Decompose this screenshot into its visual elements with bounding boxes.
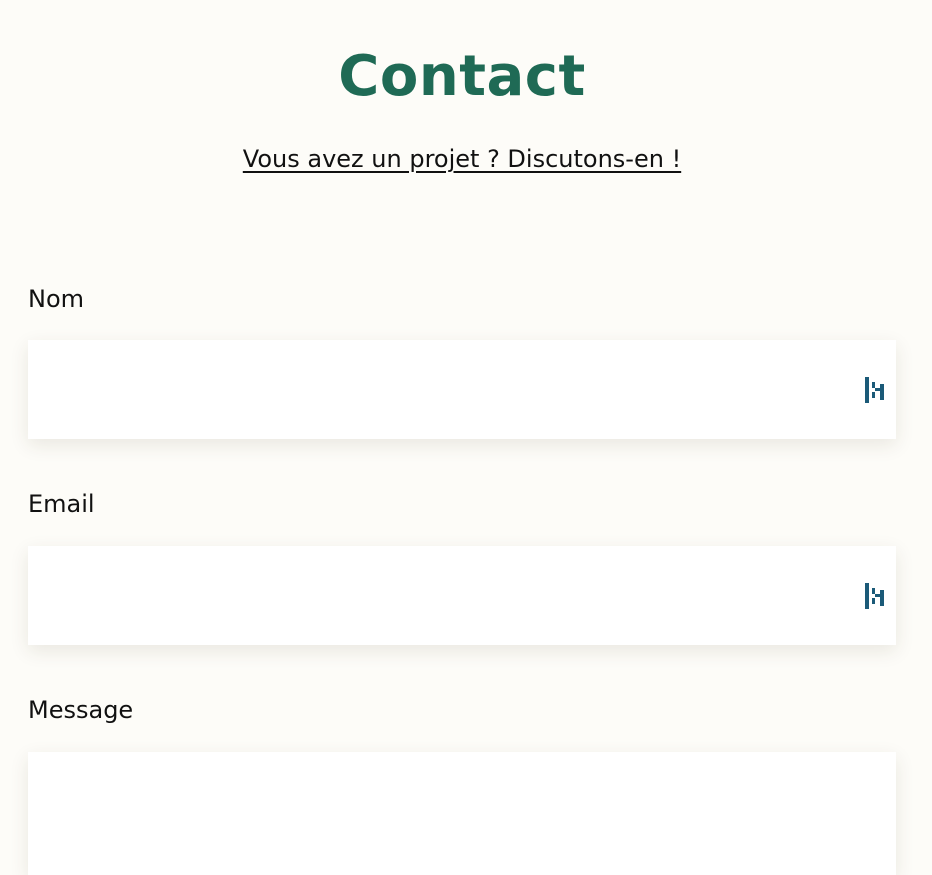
email-field-wrapper xyxy=(28,546,896,645)
email-label: Email xyxy=(28,490,95,518)
project-discussion-link[interactable]: Vous avez un projet ? Discutons-en ! xyxy=(0,145,924,173)
name-input[interactable] xyxy=(28,340,896,439)
message-textarea[interactable] xyxy=(28,752,896,875)
message-label: Message xyxy=(28,696,134,724)
contact-page: Contact Vous avez un projet ? Discutons-… xyxy=(0,0,932,875)
page-title: Contact xyxy=(338,44,586,109)
password-manager-icon[interactable] xyxy=(864,582,886,610)
password-manager-icon[interactable] xyxy=(864,376,886,404)
email-input[interactable] xyxy=(28,546,896,645)
name-field-wrapper xyxy=(28,340,896,439)
name-label: Nom xyxy=(28,285,85,313)
message-field-wrapper xyxy=(28,752,896,875)
